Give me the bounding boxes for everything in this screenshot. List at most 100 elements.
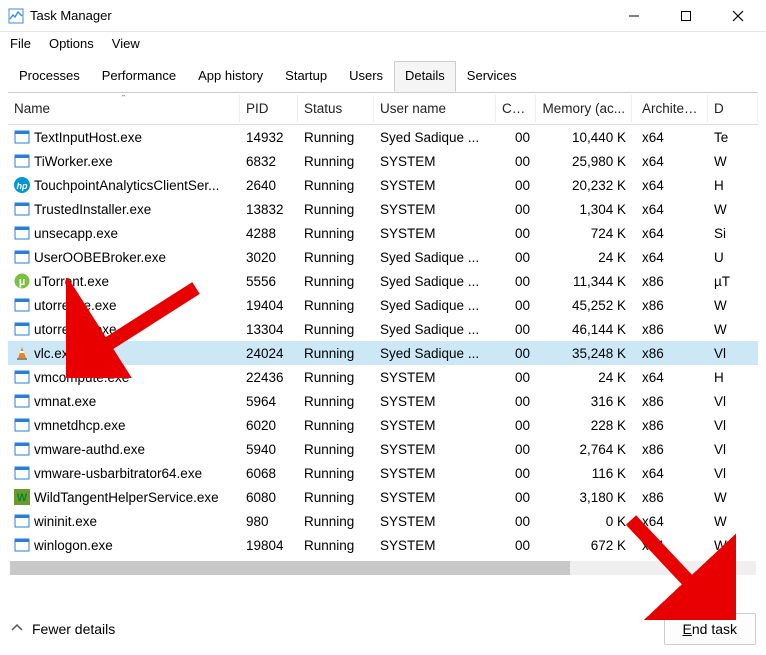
tab-processes[interactable]: Processes bbox=[8, 61, 91, 92]
table-row[interactable]: utorrentie.exe19404RunningSyed Sadique .… bbox=[8, 293, 758, 317]
tab-services[interactable]: Services bbox=[456, 61, 528, 92]
table-row[interactable]: unsecapp.exe4288RunningSYSTEM00724 Kx64S… bbox=[8, 221, 758, 245]
column-cpu[interactable]: CPU bbox=[496, 95, 536, 122]
table-row[interactable]: utorrentie.exe13304RunningSyed Sadique .… bbox=[8, 317, 758, 341]
column-name[interactable]: Name⌃ bbox=[8, 95, 240, 122]
svg-text:W: W bbox=[17, 492, 28, 504]
svg-text:hp: hp bbox=[17, 181, 28, 191]
process-desc: Vl bbox=[708, 440, 758, 459]
table-row[interactable]: vmcompute.exe22436RunningSYSTEM0024 Kx64… bbox=[8, 365, 758, 389]
process-user: SYSTEM bbox=[374, 200, 496, 219]
column-memory[interactable]: Memory (ac... bbox=[536, 95, 632, 122]
minimize-button[interactable] bbox=[620, 4, 648, 28]
process-arch: x86 bbox=[632, 416, 708, 435]
process-arch: x86 bbox=[632, 440, 708, 459]
process-memory: 672 K bbox=[536, 536, 632, 555]
process-arch: x64 bbox=[632, 368, 708, 387]
process-user: SYSTEM bbox=[374, 368, 496, 387]
table-row[interactable]: vmnetdhcp.exe6020RunningSYSTEM00228 Kx86… bbox=[8, 413, 758, 437]
table-row[interactable]: vmware-authd.exe5940RunningSYSTEM002,764… bbox=[8, 437, 758, 461]
tab-app-history[interactable]: App history bbox=[187, 61, 274, 92]
table-row[interactable]: TextInputHost.exe14932RunningSyed Sadiqu… bbox=[8, 125, 758, 149]
process-user: Syed Sadique ... bbox=[374, 272, 496, 291]
process-memory: 25,980 K bbox=[536, 152, 632, 171]
process-arch: x64 bbox=[632, 248, 708, 267]
window-controls bbox=[620, 4, 752, 28]
table-row[interactable]: winlogon.exe19804RunningSYSTEM00672 Kx64… bbox=[8, 533, 758, 557]
process-status: Running bbox=[298, 152, 374, 171]
horizontal-scrollbar[interactable] bbox=[10, 561, 756, 575]
process-pid: 6020 bbox=[240, 416, 298, 435]
tab-details[interactable]: Details bbox=[394, 61, 456, 92]
process-memory: 45,252 K bbox=[536, 296, 632, 315]
close-button[interactable] bbox=[724, 4, 752, 28]
tab-startup[interactable]: Startup bbox=[274, 61, 338, 92]
table-row[interactable]: vmware-usbarbitrator64.exe6068RunningSYS… bbox=[8, 461, 758, 485]
tab-performance[interactable]: Performance bbox=[91, 61, 187, 92]
process-name: uTorrent.exe bbox=[34, 274, 109, 289]
process-pid: 4288 bbox=[240, 224, 298, 243]
table-row[interactable]: µuTorrent.exe5556RunningSyed Sadique ...… bbox=[8, 269, 758, 293]
process-icon bbox=[14, 201, 30, 217]
table-row[interactable]: WWildTangentHelperService.exe6080Running… bbox=[8, 485, 758, 509]
table-row[interactable]: UserOOBEBroker.exe3020RunningSyed Sadiqu… bbox=[8, 245, 758, 269]
process-desc: Vl bbox=[708, 392, 758, 411]
process-status: Running bbox=[298, 488, 374, 507]
menu-options[interactable]: Options bbox=[49, 36, 94, 51]
process-icon bbox=[14, 441, 30, 457]
process-pid: 5556 bbox=[240, 272, 298, 291]
process-icon: W bbox=[14, 489, 30, 505]
column-description[interactable]: D bbox=[708, 95, 758, 122]
process-status: Running bbox=[298, 536, 374, 555]
table-row[interactable]: TrustedInstaller.exe13832RunningSYSTEM00… bbox=[8, 197, 758, 221]
process-user: SYSTEM bbox=[374, 488, 496, 507]
end-task-button[interactable]: End task bbox=[664, 613, 756, 645]
process-user: SYSTEM bbox=[374, 152, 496, 171]
process-pid: 14932 bbox=[240, 128, 298, 147]
process-user: Syed Sadique ... bbox=[374, 128, 496, 147]
process-memory: 11,344 K bbox=[536, 272, 632, 291]
process-status: Running bbox=[298, 368, 374, 387]
table-row[interactable]: TiWorker.exe6832RunningSYSTEM0025,980 Kx… bbox=[8, 149, 758, 173]
table-row[interactable]: wininit.exe980RunningSYSTEM000 Kx64W bbox=[8, 509, 758, 533]
menu-file[interactable]: File bbox=[10, 36, 31, 51]
process-pid: 5964 bbox=[240, 392, 298, 411]
process-icon bbox=[14, 537, 30, 553]
column-status[interactable]: Status bbox=[298, 95, 374, 122]
process-name: TiWorker.exe bbox=[34, 154, 113, 169]
table-row[interactable]: hpTouchpointAnalyticsClientSer...2640Run… bbox=[8, 173, 758, 197]
process-cpu: 00 bbox=[496, 536, 536, 555]
process-cpu: 00 bbox=[496, 128, 536, 147]
menu-view[interactable]: View bbox=[112, 36, 140, 51]
process-cpu: 00 bbox=[496, 344, 536, 363]
column-architecture[interactable]: Architec... bbox=[632, 95, 708, 122]
process-desc: Vl bbox=[708, 344, 758, 363]
scrollbar-thumb[interactable] bbox=[10, 561, 570, 575]
column-pid[interactable]: PID bbox=[240, 95, 298, 122]
process-desc: W bbox=[708, 320, 758, 339]
process-status: Running bbox=[298, 464, 374, 483]
tab-users[interactable]: Users bbox=[338, 61, 394, 92]
table-row[interactable]: vmnat.exe5964RunningSYSTEM00316 Kx86Vl bbox=[8, 389, 758, 413]
fewer-details-toggle[interactable]: Fewer details bbox=[10, 621, 115, 638]
process-arch: x64 bbox=[632, 512, 708, 531]
process-user: Syed Sadique ... bbox=[374, 296, 496, 315]
process-cpu: 00 bbox=[496, 176, 536, 195]
process-status: Running bbox=[298, 272, 374, 291]
process-icon bbox=[14, 321, 30, 337]
table-row[interactable]: vlc.exe24024RunningSyed Sadique ...0035,… bbox=[8, 341, 758, 365]
process-icon bbox=[14, 393, 30, 409]
details-table: Name⌃ PID Status User name CPU Memory (a… bbox=[8, 92, 758, 557]
process-name: TextInputHost.exe bbox=[34, 130, 142, 145]
process-status: Running bbox=[298, 416, 374, 435]
process-name: TrustedInstaller.exe bbox=[34, 202, 151, 217]
process-arch: x86 bbox=[632, 296, 708, 315]
column-username[interactable]: User name bbox=[374, 95, 496, 122]
process-user: SYSTEM bbox=[374, 440, 496, 459]
process-cpu: 00 bbox=[496, 392, 536, 411]
process-arch: x86 bbox=[632, 488, 708, 507]
process-icon bbox=[14, 369, 30, 385]
column-headers: Name⌃ PID Status User name CPU Memory (a… bbox=[8, 93, 758, 125]
maximize-button[interactable] bbox=[672, 4, 700, 28]
process-pid: 3020 bbox=[240, 248, 298, 267]
